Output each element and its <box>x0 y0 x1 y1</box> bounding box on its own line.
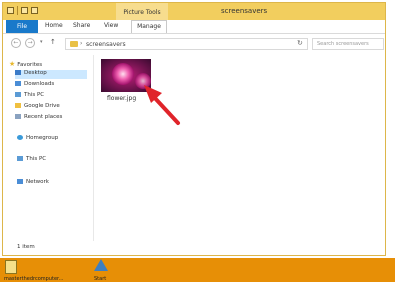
app-icon <box>5 260 17 274</box>
computer-icon <box>17 156 23 161</box>
flower-thumbnail[interactable] <box>101 59 151 92</box>
breadcrumb-separator: › <box>80 40 83 47</box>
picture-tools-tab: Picture Tools <box>116 3 168 20</box>
forward-button[interactable]: → <box>25 38 35 48</box>
file-name-label[interactable]: flower.jpg <box>107 95 136 102</box>
properties-icon[interactable] <box>21 7 28 14</box>
network-icon <box>17 179 23 184</box>
taskbar-item-app[interactable]: masterthedrcomputer... <box>2 258 63 282</box>
refresh-icon[interactable]: ↻ <box>297 39 303 47</box>
star-icon: ★ <box>9 60 16 68</box>
pane-divider <box>93 55 94 241</box>
tab-share[interactable]: Share <box>73 22 90 29</box>
recent-locations-icon[interactable]: ▾ <box>40 39 43 45</box>
toolbar-separator <box>17 6 18 15</box>
homegroup-icon <box>17 135 23 140</box>
address-bar: ← → ▾ ↑ › screensavers ↻ Search screensa… <box>3 34 385 54</box>
window-title: screensavers <box>221 7 268 15</box>
folder-icon <box>70 41 78 47</box>
address-field[interactable]: › screensavers <box>65 38 308 50</box>
sidebar-item-google-drive[interactable]: Google Drive <box>15 103 60 109</box>
favorites-group[interactable]: ★ Favorites <box>9 60 42 68</box>
breadcrumb[interactable]: screensavers <box>86 41 126 48</box>
sidebar-item-this-pc[interactable]: This PC <box>15 92 44 98</box>
navigation-pane: ★ Favorites Desktop Downloads This PC Goo… <box>3 55 93 241</box>
start-icon <box>94 259 108 271</box>
sidebar-item-network[interactable]: Network <box>17 179 49 185</box>
search-input[interactable]: Search screensavers <box>312 38 384 50</box>
computer-icon <box>15 92 21 97</box>
desktop-icon <box>15 70 21 75</box>
quick-access-toolbar <box>7 6 38 15</box>
new-folder-icon[interactable] <box>31 7 38 14</box>
tab-home[interactable]: Home <box>45 22 63 29</box>
downloads-icon <box>15 81 21 86</box>
ribbon-tabs: Home Share View <box>3 20 385 34</box>
back-button[interactable]: ← <box>11 38 21 48</box>
folder-icon[interactable] <box>7 7 14 14</box>
sidebar-item-recent-places[interactable]: Recent places <box>15 114 62 120</box>
sidebar-item-this-pc-root[interactable]: This PC <box>17 156 46 162</box>
taskbar-item-start[interactable]: Start <box>90 258 120 282</box>
tab-view[interactable]: View <box>104 22 118 29</box>
sidebar-item-desktop[interactable]: Desktop <box>15 70 87 79</box>
status-bar-item-count: 1 item <box>17 244 35 250</box>
title-bar: Picture Tools screensavers <box>3 3 385 20</box>
sidebar-item-homegroup[interactable]: Homegroup <box>17 135 58 141</box>
explorer-window: Picture Tools screensavers Home Share Vi… <box>2 2 386 256</box>
recent-places-icon <box>15 114 21 119</box>
taskbar: masterthedrcomputer... Start <box>0 258 395 282</box>
sidebar-item-downloads[interactable]: Downloads <box>15 81 54 87</box>
google-drive-icon <box>15 103 21 108</box>
up-icon[interactable]: ↑ <box>50 38 56 46</box>
tab-manage[interactable]: Manage <box>131 20 167 33</box>
tab-file[interactable]: File <box>6 20 38 33</box>
